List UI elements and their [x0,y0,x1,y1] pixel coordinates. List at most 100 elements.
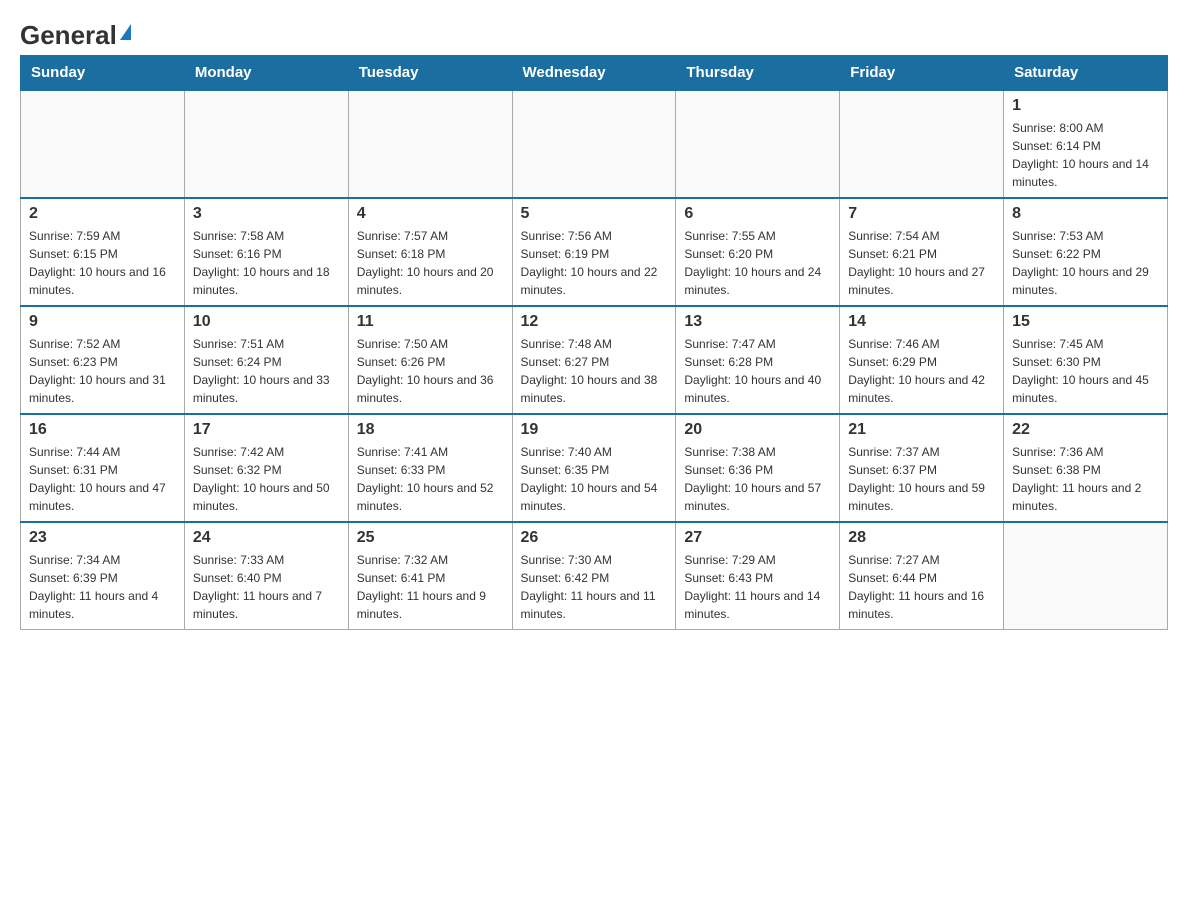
calendar-cell: 3 Sunrise: 7:58 AM Sunset: 6:16 PM Daylig… [184,198,348,306]
calendar-header-row: SundayMondayTuesdayWednesdayThursdayFrid… [21,56,1168,91]
day-number: 10 [193,313,340,331]
calendar-week-row: 9 Sunrise: 7:52 AM Sunset: 6:23 PM Daylig… [21,306,1168,414]
day-number: 23 [29,529,176,547]
day-info: Sunrise: 7:52 AM Sunset: 6:23 PM Dayligh… [29,335,176,407]
day-info: Sunrise: 7:29 AM Sunset: 6:43 PM Dayligh… [684,551,831,623]
calendar-cell: 12Sunrise: 7:48 AM Sunset: 6:27 PM Dayli… [512,306,676,414]
day-number: 6 [684,205,831,223]
calendar-cell: 28Sunrise: 7:27 AM Sunset: 6:44 PM Dayli… [840,522,1004,630]
day-number: 18 [357,421,504,439]
logo-triangle-icon [120,24,131,40]
day-info: Sunrise: 7:33 AM Sunset: 6:40 PM Dayligh… [193,551,340,623]
calendar-cell: 25 Sunrise: 7:32 AM Sunset: 6:41 PM Dayli… [348,522,512,630]
day-info: Sunrise: 7:47 AM Sunset: 6:28 PM Dayligh… [684,335,831,407]
calendar-cell: 2 Sunrise: 7:59 AM Sunset: 6:15 PM Daylig… [21,198,185,306]
day-number: 9 [29,313,176,331]
day-number: 4 [357,205,504,223]
calendar-cell: 16 Sunrise: 7:44 AM Sunset: 6:31 PM Dayli… [21,414,185,522]
day-info: Sunrise: 7:55 AM Sunset: 6:20 PM Dayligh… [684,227,831,299]
calendar-week-row: 1 Sunrise: 8:00 AM Sunset: 6:14 PM Daylig… [21,90,1168,198]
day-number: 8 [1012,205,1159,223]
calendar-cell: 8 Sunrise: 7:53 AM Sunset: 6:22 PM Daylig… [1004,198,1168,306]
day-number: 3 [193,205,340,223]
day-info: Sunrise: 7:30 AM Sunset: 6:42 PM Dayligh… [521,551,668,623]
calendar-cell: 19 Sunrise: 7:40 AM Sunset: 6:35 PM Dayli… [512,414,676,522]
day-of-week-header: Thursday [676,56,840,91]
calendar-table: SundayMondayTuesdayWednesdayThursdayFrid… [20,55,1168,630]
calendar-cell: 9 Sunrise: 7:52 AM Sunset: 6:23 PM Daylig… [21,306,185,414]
day-number: 14 [848,313,995,331]
day-info: Sunrise: 7:58 AM Sunset: 6:16 PM Dayligh… [193,227,340,299]
day-number: 7 [848,205,995,223]
day-number: 22 [1012,421,1159,439]
day-info: Sunrise: 7:53 AM Sunset: 6:22 PM Dayligh… [1012,227,1159,299]
calendar-cell: 11 Sunrise: 7:50 AM Sunset: 6:26 PM Dayli… [348,306,512,414]
logo: General [20,20,131,45]
day-number: 26 [521,529,668,547]
day-number: 24 [193,529,340,547]
day-number: 25 [357,529,504,547]
day-of-week-header: Monday [184,56,348,91]
day-number: 11 [357,313,504,331]
calendar-cell: 22 Sunrise: 7:36 AM Sunset: 6:38 PM Dayli… [1004,414,1168,522]
day-info: Sunrise: 7:40 AM Sunset: 6:35 PM Dayligh… [521,443,668,515]
calendar-cell: 27 Sunrise: 7:29 AM Sunset: 6:43 PM Dayli… [676,522,840,630]
day-info: Sunrise: 8:00 AM Sunset: 6:14 PM Dayligh… [1012,119,1159,191]
calendar-cell [676,90,840,198]
calendar-cell: 1 Sunrise: 8:00 AM Sunset: 6:14 PM Daylig… [1004,90,1168,198]
day-info: Sunrise: 7:44 AM Sunset: 6:31 PM Dayligh… [29,443,176,515]
day-info: Sunrise: 7:50 AM Sunset: 6:26 PM Dayligh… [357,335,504,407]
calendar-cell: 20 Sunrise: 7:38 AM Sunset: 6:36 PM Dayli… [676,414,840,522]
calendar-cell: 13 Sunrise: 7:47 AM Sunset: 6:28 PM Dayli… [676,306,840,414]
day-number: 5 [521,205,668,223]
day-number: 13 [684,313,831,331]
calendar-cell: 24 Sunrise: 7:33 AM Sunset: 6:40 PM Dayli… [184,522,348,630]
day-info: Sunrise: 7:36 AM Sunset: 6:38 PM Dayligh… [1012,443,1159,515]
calendar-week-row: 23 Sunrise: 7:34 AM Sunset: 6:39 PM Dayli… [21,522,1168,630]
calendar-cell [21,90,185,198]
day-number: 1 [1012,97,1159,115]
day-number: 15 [1012,313,1159,331]
day-number: 19 [521,421,668,439]
day-info: Sunrise: 7:38 AM Sunset: 6:36 PM Dayligh… [684,443,831,515]
day-info: Sunrise: 7:54 AM Sunset: 6:21 PM Dayligh… [848,227,995,299]
calendar-cell: 15 Sunrise: 7:45 AM Sunset: 6:30 PM Dayli… [1004,306,1168,414]
day-number: 21 [848,421,995,439]
day-of-week-header: Saturday [1004,56,1168,91]
calendar-cell: 7 Sunrise: 7:54 AM Sunset: 6:21 PM Daylig… [840,198,1004,306]
day-number: 16 [29,421,176,439]
day-of-week-header: Friday [840,56,1004,91]
logo-general: General [20,20,117,51]
day-info: Sunrise: 7:45 AM Sunset: 6:30 PM Dayligh… [1012,335,1159,407]
calendar-week-row: 16 Sunrise: 7:44 AM Sunset: 6:31 PM Dayli… [21,414,1168,522]
calendar-cell [184,90,348,198]
day-info: Sunrise: 7:48 AM Sunset: 6:27 PM Dayligh… [521,335,668,407]
day-of-week-header: Sunday [21,56,185,91]
calendar-cell [512,90,676,198]
day-info: Sunrise: 7:56 AM Sunset: 6:19 PM Dayligh… [521,227,668,299]
calendar-cell [840,90,1004,198]
day-of-week-header: Wednesday [512,56,676,91]
day-number: 2 [29,205,176,223]
day-info: Sunrise: 7:37 AM Sunset: 6:37 PM Dayligh… [848,443,995,515]
day-info: Sunrise: 7:27 AM Sunset: 6:44 PM Dayligh… [848,551,995,623]
calendar-cell: 21 Sunrise: 7:37 AM Sunset: 6:37 PM Dayli… [840,414,1004,522]
calendar-week-row: 2 Sunrise: 7:59 AM Sunset: 6:15 PM Daylig… [21,198,1168,306]
day-number: 27 [684,529,831,547]
day-info: Sunrise: 7:59 AM Sunset: 6:15 PM Dayligh… [29,227,176,299]
day-number: 20 [684,421,831,439]
day-info: Sunrise: 7:57 AM Sunset: 6:18 PM Dayligh… [357,227,504,299]
calendar-cell [348,90,512,198]
day-info: Sunrise: 7:42 AM Sunset: 6:32 PM Dayligh… [193,443,340,515]
calendar-cell: 18 Sunrise: 7:41 AM Sunset: 6:33 PM Dayli… [348,414,512,522]
calendar-cell: 5 Sunrise: 7:56 AM Sunset: 6:19 PM Daylig… [512,198,676,306]
day-info: Sunrise: 7:34 AM Sunset: 6:39 PM Dayligh… [29,551,176,623]
calendar-cell: 4 Sunrise: 7:57 AM Sunset: 6:18 PM Daylig… [348,198,512,306]
calendar-cell: 10 Sunrise: 7:51 AM Sunset: 6:24 PM Dayli… [184,306,348,414]
day-info: Sunrise: 7:51 AM Sunset: 6:24 PM Dayligh… [193,335,340,407]
day-of-week-header: Tuesday [348,56,512,91]
day-number: 17 [193,421,340,439]
day-info: Sunrise: 7:41 AM Sunset: 6:33 PM Dayligh… [357,443,504,515]
calendar-cell: 14Sunrise: 7:46 AM Sunset: 6:29 PM Dayli… [840,306,1004,414]
day-info: Sunrise: 7:32 AM Sunset: 6:41 PM Dayligh… [357,551,504,623]
